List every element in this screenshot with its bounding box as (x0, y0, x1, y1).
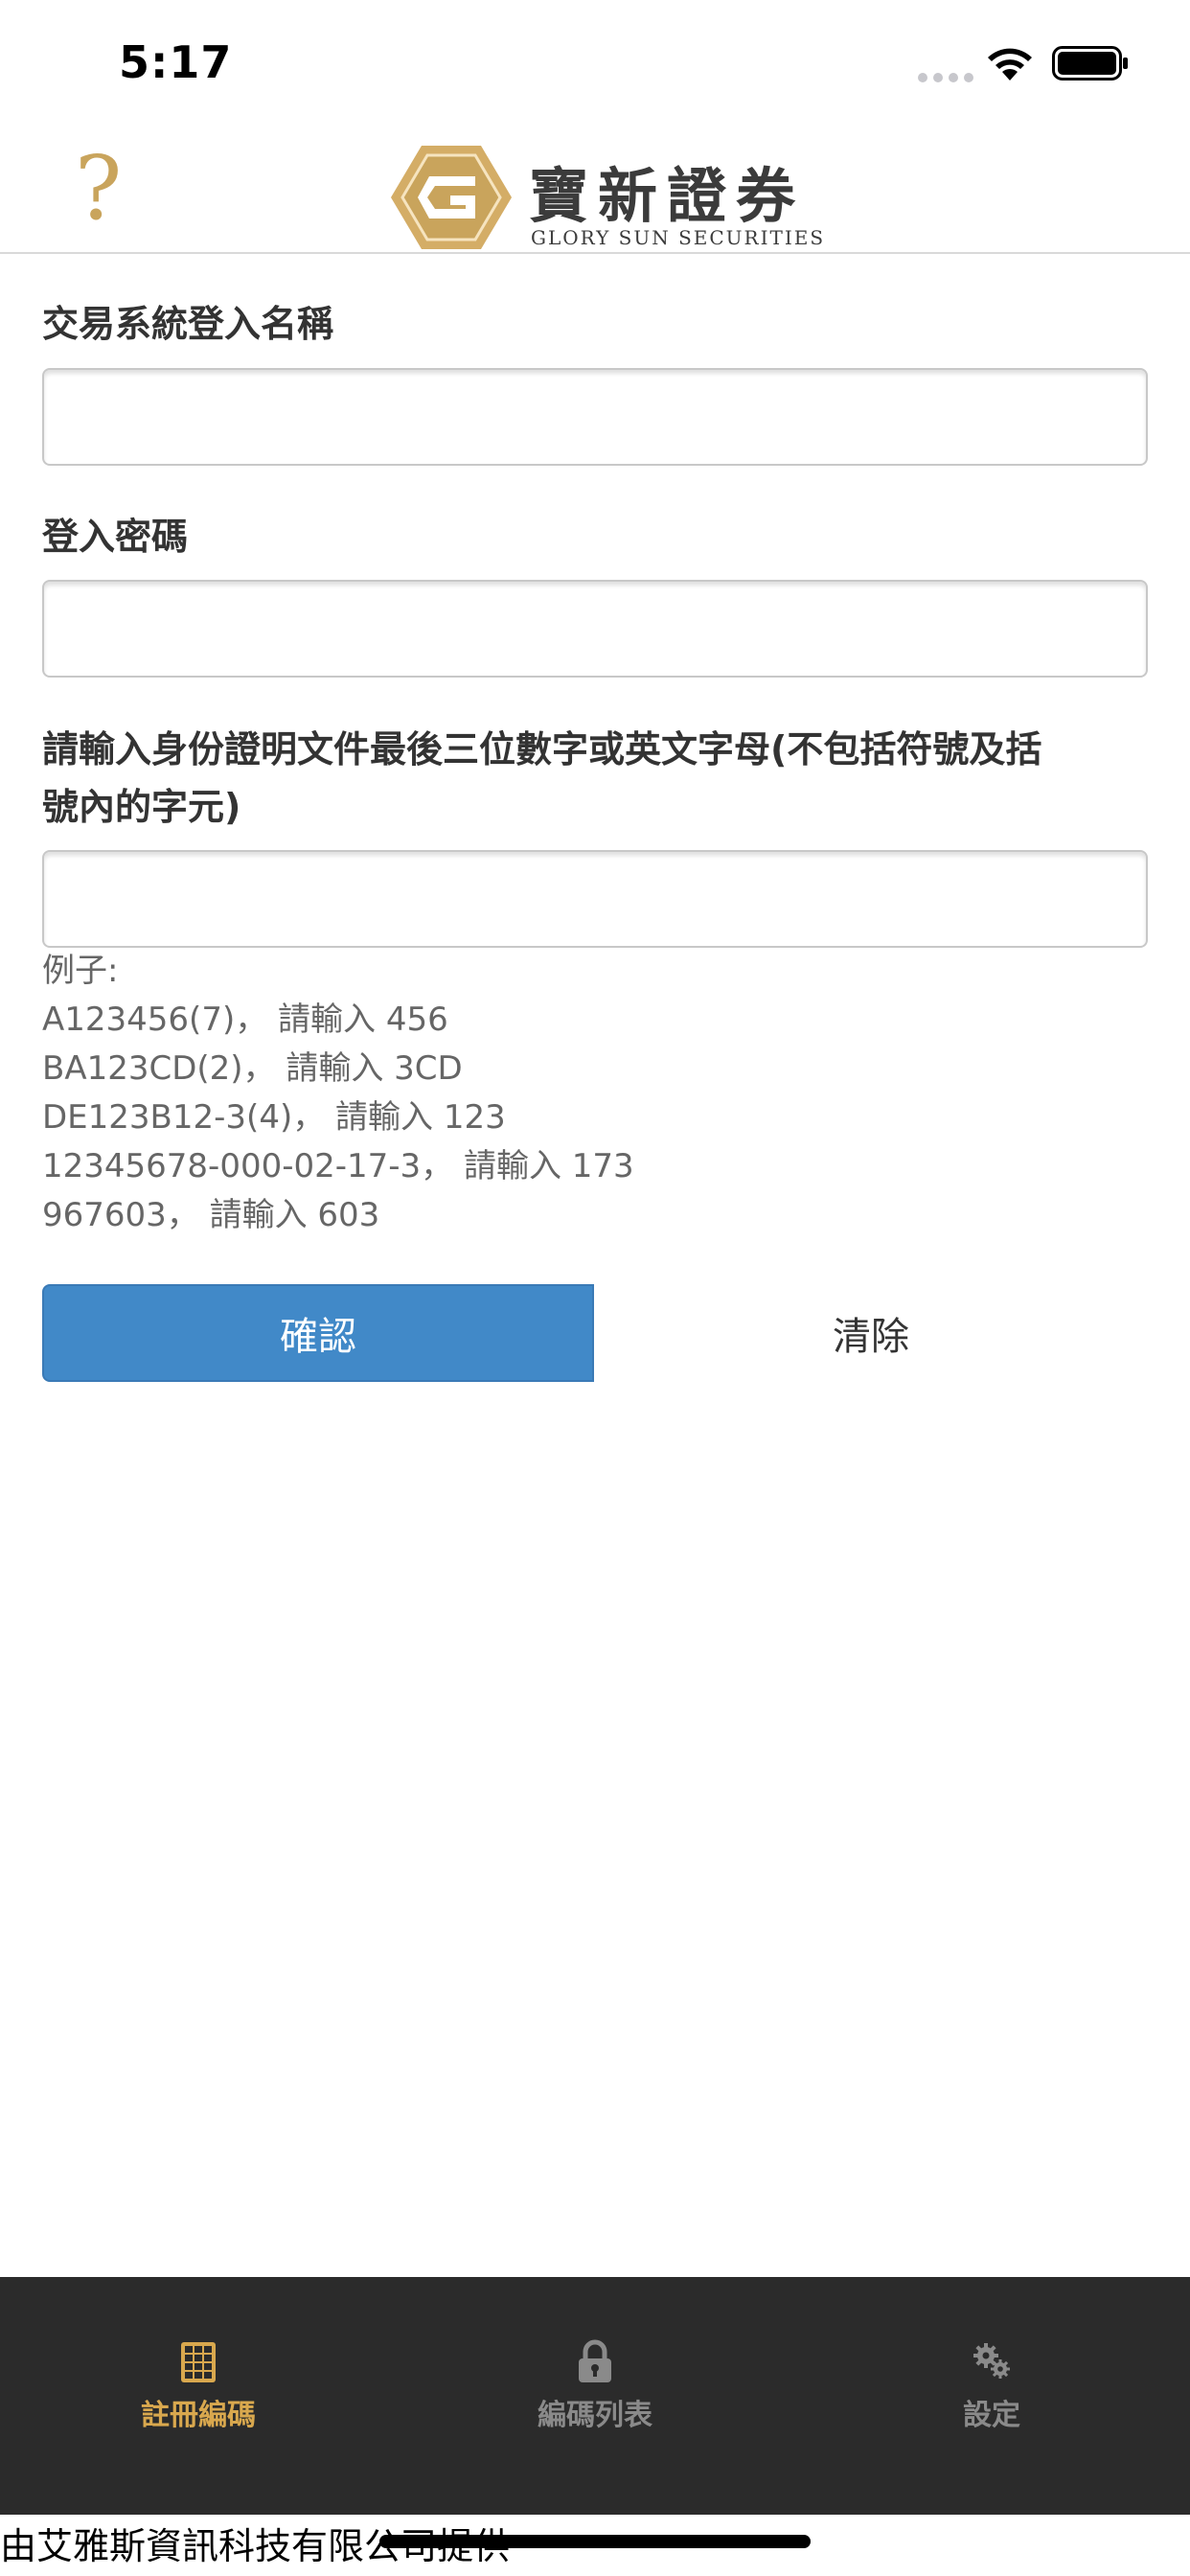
help-icon[interactable]: ? (75, 145, 132, 233)
logo-mark-icon (391, 146, 512, 249)
status-time: 5:17 (119, 36, 233, 88)
id-digits-input[interactable] (42, 850, 1148, 948)
example-line: BA123CD(2)， 請輸入 3CD (42, 1049, 463, 1088)
tab-label: 編碼列表 (538, 2399, 652, 2432)
keypad-icon (181, 2342, 216, 2382)
tab-label: 設定 (963, 2399, 1020, 2432)
password-input[interactable] (42, 580, 1148, 678)
logo-chinese-name: 寶新證券 (529, 161, 806, 231)
id-digits-label-line1: 請輸入身份證明文件最後三位數字或英文字母(不包括符號及括 (42, 728, 1042, 770)
example-line: DE123B12-3(4)， 請輸入 123 (42, 1098, 506, 1137)
examples-block: 例子: A123456(7)， 請輸入 456 BA123CD(2)， 請輸入 … (42, 947, 634, 1240)
examples-title: 例子: (42, 952, 119, 990)
tab-settings[interactable]: 設定 (793, 2277, 1190, 2515)
battery-icon (1052, 46, 1128, 80)
example-line: 967603， 請輸入 603 (42, 1196, 380, 1234)
tab-label: 註冊編碼 (141, 2399, 256, 2432)
id-digits-label-line2: 號內的字元) (42, 786, 241, 828)
example-line: A123456(7)， 請輸入 456 (42, 1000, 448, 1039)
tab-bar: 註冊編碼 編碼列表 設定 (0, 2277, 1190, 2515)
id-digits-label: 請輸入身份證明文件最後三位數字或英文字母(不包括符號及括 號內的字元) (42, 721, 1041, 836)
brand-logo: 寶新證券 GLORY SUN SECURITIES (389, 144, 823, 251)
username-input[interactable] (42, 368, 1148, 466)
tab-code-list[interactable]: 編碼列表 (397, 2277, 793, 2515)
status-bar: 5:17 (0, 0, 1190, 126)
home-indicator[interactable] (379, 2535, 811, 2548)
password-label: 登入密碼 (42, 516, 189, 558)
username-label: 交易系統登入名稱 (42, 303, 334, 345)
cellular-signal-icon (918, 73, 973, 82)
example-line: 12345678-000-02-17-3， 請輸入 173 (42, 1147, 634, 1185)
logo-english-name: GLORY SUN SECURITIES (531, 226, 826, 249)
wifi-icon (988, 48, 1032, 80)
confirm-button[interactable]: 確認 (42, 1284, 594, 1382)
gears-icon (973, 2343, 1010, 2379)
clear-button[interactable]: 清除 (594, 1284, 1148, 1382)
lock-icon (579, 2339, 611, 2382)
app-header: ? 寶新證券 GLORY SUN SECURITIES (0, 126, 1190, 254)
tab-register-code[interactable]: 註冊編碼 (0, 2277, 397, 2515)
